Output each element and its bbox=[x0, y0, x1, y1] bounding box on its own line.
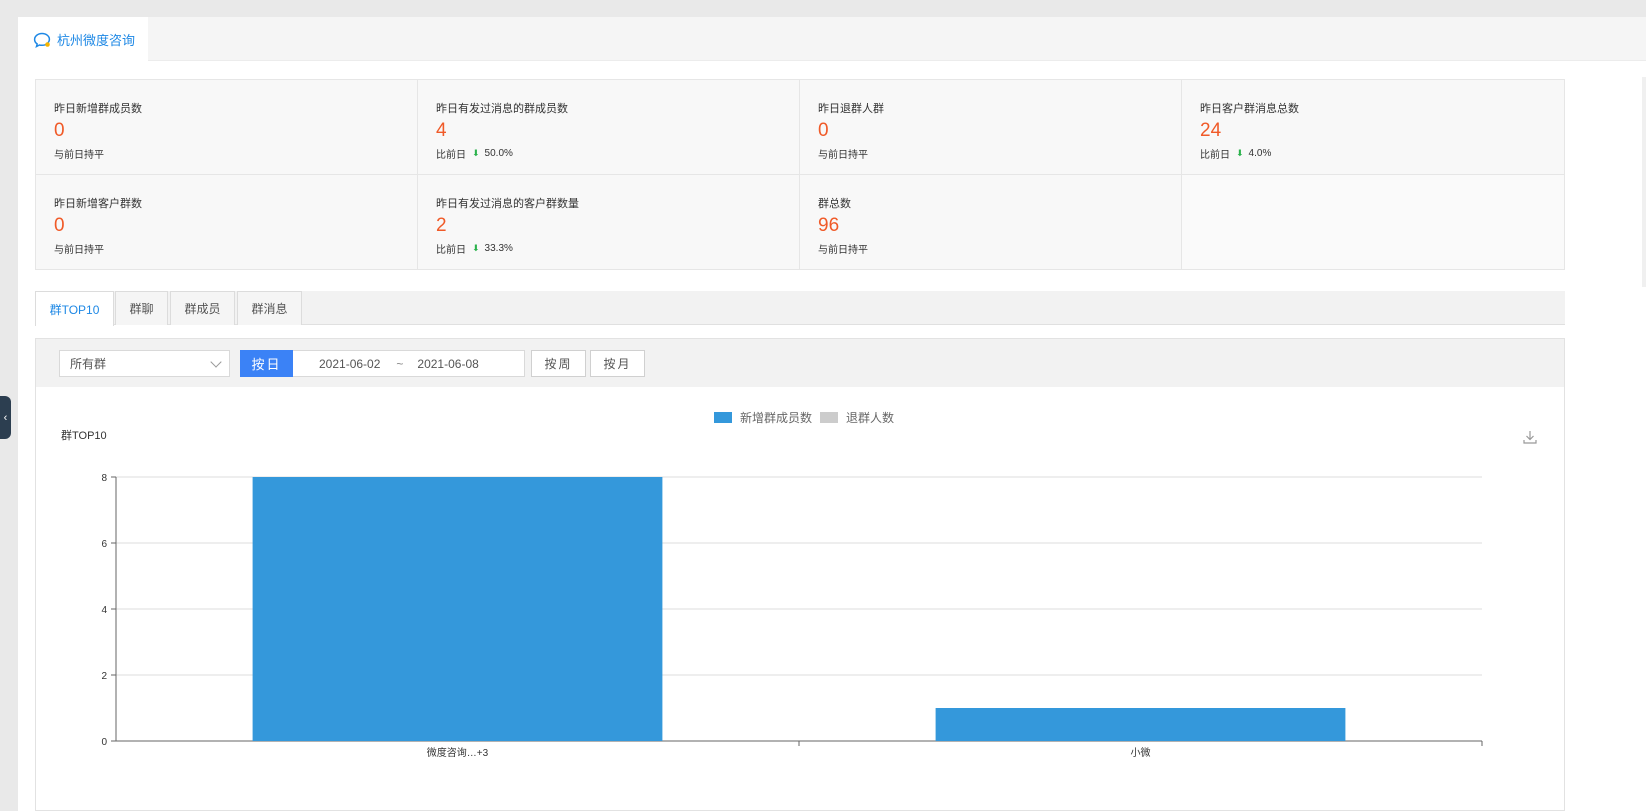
chevron-left-icon: ‹ bbox=[3, 411, 8, 424]
tab-group-messages[interactable]: 群消息 bbox=[237, 291, 302, 325]
stat-card: 群总数 96 与前日持平 bbox=[799, 174, 1182, 270]
chart-legend: 新增群成员数 退群人数 bbox=[714, 409, 902, 426]
legend-label: 退群人数 bbox=[846, 411, 895, 425]
bar bbox=[935, 708, 1346, 741]
stat-card: 昨日新增客户群数 0 与前日持平 bbox=[35, 174, 418, 270]
stat-value: 24 bbox=[1200, 120, 1222, 141]
chart-title: 群TOP10 bbox=[61, 430, 107, 442]
stat-change: 比前日 ⬇ 4.0% bbox=[1200, 148, 1272, 161]
bar-chart: 0 2 4 6 8 微度咨询…+3 小微 bbox=[101, 473, 1483, 759]
y-tick-label: 2 bbox=[101, 671, 107, 682]
stat-change: 与前日持平 bbox=[54, 245, 104, 256]
stat-card: 昨日客户群消息总数 24 比前日 ⬇ 4.0% bbox=[1181, 79, 1565, 175]
legend-swatch bbox=[820, 412, 839, 423]
stat-label: 昨日新增群成员数 bbox=[54, 103, 142, 115]
x-tick-label: 微度咨询…+3 bbox=[427, 746, 489, 759]
stat-card: 昨日有发过消息的客户群数量 2 比前日 ⬇ 33.3% bbox=[417, 174, 800, 270]
legend-label: 新增群成员数 bbox=[740, 411, 813, 425]
stat-card-empty bbox=[1181, 174, 1565, 270]
stat-value: 2 bbox=[436, 215, 447, 236]
by-month-button[interactable]: 按月 bbox=[590, 350, 645, 377]
stat-change: 与前日持平 bbox=[818, 150, 868, 161]
legend-item[interactable]: 退群人数 bbox=[820, 409, 894, 426]
date-from[interactable]: 2021-06-02 bbox=[319, 357, 380, 371]
chat-bubble-icon bbox=[33, 32, 51, 48]
filter-bar: 所有群 按日 2021-06-02 ~ 2021-06-08 按周 按月 bbox=[35, 338, 1565, 388]
section-tabs: 群TOP10 群聊 群成员 群消息 bbox=[35, 291, 1565, 326]
arrow-down-icon: ⬇ bbox=[472, 148, 480, 158]
stat-label: 昨日客户群消息总数 bbox=[1200, 103, 1299, 115]
tab-group-chat[interactable]: 群聊 bbox=[115, 291, 168, 325]
group-select-value: 所有群 bbox=[70, 357, 107, 371]
x-tick-label: 小微 bbox=[1131, 746, 1151, 759]
top-tab-bar bbox=[18, 17, 1646, 61]
stat-card: 昨日新增群成员数 0 与前日持平 bbox=[35, 79, 418, 175]
legend-item[interactable]: 新增群成员数 bbox=[714, 409, 812, 426]
main-panel: 杭州微度咨询 昨日新增群成员数 0 与前日持平 昨日有发过消息的群成员数 4 比… bbox=[18, 17, 1646, 811]
group-select[interactable]: 所有群 bbox=[59, 350, 230, 377]
top-tab-company[interactable]: 杭州微度咨询 bbox=[18, 17, 148, 62]
y-tick-label: 8 bbox=[101, 473, 107, 484]
chevron-down-icon bbox=[210, 356, 222, 368]
stat-change: 与前日持平 bbox=[818, 245, 868, 256]
stat-card: 昨日有发过消息的群成员数 4 比前日 ⬇ 50.0% bbox=[417, 79, 800, 175]
y-tick-label: 4 bbox=[101, 605, 107, 616]
stat-label: 昨日新增客户群数 bbox=[54, 198, 142, 210]
stat-change: 比前日 ⬇ 50.0% bbox=[436, 148, 513, 161]
stat-change: 比前日 ⬇ 33.3% bbox=[436, 243, 513, 256]
stat-value: 96 bbox=[818, 215, 840, 236]
y-tick-label: 6 bbox=[101, 539, 107, 550]
stat-value: 0 bbox=[818, 120, 829, 141]
top-tab-label: 杭州微度咨询 bbox=[57, 33, 136, 48]
arrow-down-icon: ⬇ bbox=[472, 243, 480, 253]
stat-change: 与前日持平 bbox=[54, 150, 104, 161]
stat-label: 群总数 bbox=[818, 198, 851, 210]
stats-grid: 昨日新增群成员数 0 与前日持平 昨日有发过消息的群成员数 4 比前日 ⬇ 50.0… bbox=[35, 79, 1565, 270]
download-icon[interactable] bbox=[1522, 429, 1538, 445]
stat-label: 昨日退群人群 bbox=[818, 103, 884, 115]
tab-group-top10[interactable]: 群TOP10 bbox=[35, 291, 114, 326]
legend-swatch bbox=[714, 412, 732, 423]
by-week-button[interactable]: 按周 bbox=[531, 350, 586, 377]
stat-value: 0 bbox=[54, 120, 65, 141]
stat-label: 昨日有发过消息的客户群数量 bbox=[436, 198, 579, 210]
date-range-picker[interactable]: 按日 2021-06-02 ~ 2021-06-08 bbox=[240, 349, 525, 377]
date-separator: ~ bbox=[396, 356, 404, 371]
stat-label: 昨日有发过消息的群成员数 bbox=[436, 103, 568, 115]
chart-panel: 新增群成员数 退群人数 群TOP10 0 2 4 6 8 微度咨询…+3 小微 bbox=[35, 387, 1565, 811]
scrollbar[interactable] bbox=[1642, 77, 1646, 287]
by-day-button[interactable]: 按日 bbox=[240, 349, 293, 377]
y-tick-label: 0 bbox=[101, 737, 107, 748]
stat-value: 0 bbox=[54, 215, 65, 236]
arrow-down-icon: ⬇ bbox=[1236, 148, 1244, 158]
stat-card: 昨日退群人群 0 与前日持平 bbox=[799, 79, 1182, 175]
stat-value: 4 bbox=[436, 120, 447, 141]
bar bbox=[252, 477, 663, 741]
sidebar-collapse-button[interactable]: ‹ bbox=[0, 396, 11, 439]
date-to[interactable]: 2021-06-08 bbox=[417, 357, 478, 371]
tab-group-members[interactable]: 群成员 bbox=[170, 291, 235, 325]
